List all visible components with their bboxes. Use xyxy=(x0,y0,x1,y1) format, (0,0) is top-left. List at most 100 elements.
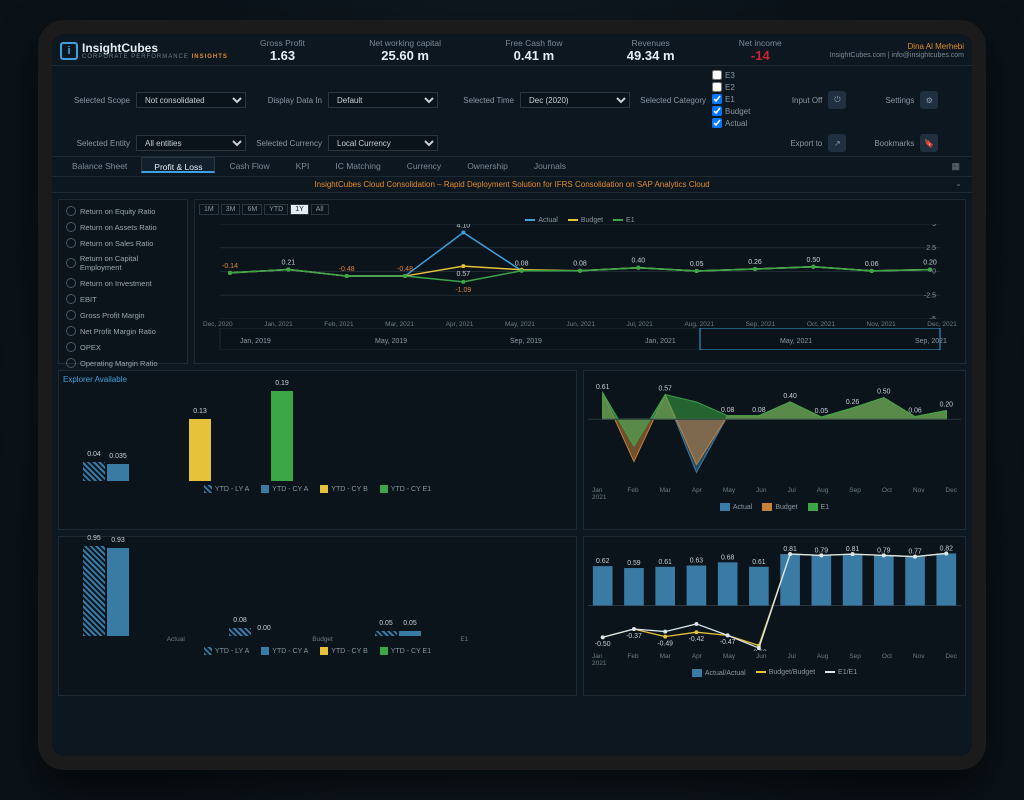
explorer-top-legend: YTD - LY AYTD - CY AYTD - CY BYTD - CY E… xyxy=(63,485,572,493)
svg-text:0.21: 0.21 xyxy=(282,260,296,267)
input-toggle-icon[interactable]: ⏻ xyxy=(828,91,846,109)
settings-icon[interactable]: ⚙ xyxy=(920,91,938,109)
brand-name: InsightCubes xyxy=(82,42,228,54)
area-legend: ActualBudgetE1 xyxy=(588,503,961,511)
svg-text:0: 0 xyxy=(932,269,936,276)
currency-select[interactable]: Local Currency xyxy=(328,135,438,151)
category-E3[interactable]: E3 xyxy=(712,70,735,80)
svg-text:May, 2021: May, 2021 xyxy=(780,338,812,345)
svg-text:0.81: 0.81 xyxy=(783,546,797,553)
category-Budget[interactable]: Budget xyxy=(712,106,750,116)
svg-text:0.08: 0.08 xyxy=(752,407,766,414)
user-name: Dina Al Merhebi xyxy=(814,42,964,52)
svg-text:-0.42: -0.42 xyxy=(689,636,705,643)
svg-text:0.50: 0.50 xyxy=(877,389,891,396)
tab-profit---loss[interactable]: Profit & Loss xyxy=(141,157,215,173)
svg-text:0.57: 0.57 xyxy=(659,386,673,393)
tab-cash-flow[interactable]: Cash Flow xyxy=(217,157,281,176)
svg-text:Sep, 2019: Sep, 2019 xyxy=(510,338,542,345)
combo-legend: Actual/ActualBudget/BudgetE1/E1 xyxy=(588,669,961,677)
tab-kpi[interactable]: KPI xyxy=(284,157,322,176)
tab-ownership[interactable]: Ownership xyxy=(455,157,520,176)
ratio-ebit[interactable]: EBIT xyxy=(63,292,183,306)
entity-select[interactable]: All entities xyxy=(136,135,246,151)
ratio-net-profit-margin-ratio[interactable]: Net Profit Margin Ratio xyxy=(63,324,183,338)
explorer-bottom-x-axis: ActualBudgetE1 xyxy=(63,636,572,643)
svg-text:0.20: 0.20 xyxy=(923,260,937,267)
ratio-return-on-sales-ratio[interactable]: Return on Sales Ratio xyxy=(63,236,183,250)
time-range-selector: 1M3M6MYTD1YAll xyxy=(199,204,961,215)
tab-journals[interactable]: Journals xyxy=(522,157,578,176)
svg-text:0.61: 0.61 xyxy=(659,559,673,566)
svg-text:-5: -5 xyxy=(930,316,936,319)
category-E1[interactable]: E1 xyxy=(712,94,735,104)
tab-ic-matching[interactable]: IC Matching xyxy=(323,157,392,176)
svg-text:-0.49: -0.49 xyxy=(657,640,673,647)
line-x-axis: Dec, 2020Jan, 2021Feb, 2021Mar, 2021Apr,… xyxy=(199,321,961,328)
svg-text:0.81: 0.81 xyxy=(846,546,860,553)
explorer-bottom-bars: 0.950.930.080.000.050.05 xyxy=(63,541,572,636)
ratio-gross-profit-margin[interactable]: Gross Profit Margin xyxy=(63,308,183,322)
export-icon[interactable]: ↗ xyxy=(828,134,846,152)
svg-text:0.50: 0.50 xyxy=(807,257,821,264)
range-All[interactable]: All xyxy=(311,204,329,215)
ratio-opex[interactable]: OPEX xyxy=(63,340,183,354)
explorer-top-bars: 0.040.0350.130.19 xyxy=(63,386,572,481)
tab-balance-sheet[interactable]: Balance Sheet xyxy=(60,157,139,176)
combo-chart-svg[interactable]: 0.620.590.610.630.680.610.810.790.810.79… xyxy=(588,541,961,651)
kpi-gross-profit: Gross Profit1.63 xyxy=(260,38,305,63)
kpi-net-income: Net income-14 xyxy=(739,38,782,63)
tab-bar: Balance SheetProfit & LossCash FlowKPIIC… xyxy=(52,157,972,177)
range-1Y[interactable]: 1Y xyxy=(290,204,309,215)
svg-text:-1.09: -1.09 xyxy=(455,287,471,294)
svg-text:0.08: 0.08 xyxy=(573,261,587,268)
tab-currency[interactable]: Currency xyxy=(395,157,453,176)
range-YTD[interactable]: YTD xyxy=(264,204,288,215)
main-line-chart: 1M3M6MYTD1YAll ActualBudgetE1 -5-2.502.5… xyxy=(194,199,966,364)
ratio-return-on-equity-ratio[interactable]: Return on Equity Ratio xyxy=(63,204,183,218)
ratio-operating-margin-ratio[interactable]: Operating Margin Ratio xyxy=(63,356,183,370)
user-block: Dina Al Merhebi InsightCubes.com | info@… xyxy=(814,38,964,63)
category-E2[interactable]: E2 xyxy=(712,82,735,92)
svg-text:0.20: 0.20 xyxy=(940,402,954,409)
svg-text:Jan, 2019: Jan, 2019 xyxy=(240,338,271,345)
svg-text:0.40: 0.40 xyxy=(783,393,797,400)
scope-select[interactable]: Not consolidated xyxy=(136,92,246,108)
time-select[interactable]: Dec (2020) xyxy=(520,92,630,108)
svg-text:4.10: 4.10 xyxy=(457,224,471,230)
svg-text:May, 2019: May, 2019 xyxy=(375,338,407,345)
banner-text: InsightCubes Cloud Consolidation – Rapid… xyxy=(314,180,709,189)
combo-chart: 0.620.590.610.630.680.610.810.790.810.79… xyxy=(583,536,966,696)
kpi-revenues: Revenues49.34 m xyxy=(627,38,675,63)
ratio-return-on-capital-employment[interactable]: Return on Capital Employment xyxy=(63,252,183,274)
svg-text:Jan, 2021: Jan, 2021 xyxy=(645,338,676,345)
range-1M[interactable]: 1M xyxy=(199,204,219,215)
line-chart-svg[interactable]: -5-2.502.55-0.140.21-0.48-0.484.100.080.… xyxy=(199,224,961,319)
svg-text:-0.63: -0.63 xyxy=(751,649,767,651)
grid-icon[interactable]: ▦ xyxy=(947,157,964,176)
svg-text:-0.14: -0.14 xyxy=(222,263,238,270)
display-select[interactable]: Default xyxy=(328,92,438,108)
overview-strip[interactable]: Jan, 2019 May, 2019 Sep, 2019 Jan, 2021 May,… xyxy=(199,328,961,350)
svg-text:-0.50: -0.50 xyxy=(595,641,611,648)
svg-text:0.08: 0.08 xyxy=(515,261,529,268)
svg-text:0.59: 0.59 xyxy=(627,560,641,567)
area-chart-svg[interactable]: 0.610.570.080.080.400.050.260.500.060.20 xyxy=(588,375,961,485)
svg-text:0.05: 0.05 xyxy=(690,261,704,268)
bookmark-icon[interactable]: 🔖 xyxy=(920,134,938,152)
svg-text:0.05: 0.05 xyxy=(815,408,829,415)
ratio-return-on-investment[interactable]: Return on Investment xyxy=(63,276,183,290)
svg-text:-2.5: -2.5 xyxy=(924,292,936,299)
range-6M[interactable]: 6M xyxy=(242,204,262,215)
chevron-down-icon[interactable]: ⌄ xyxy=(955,179,962,188)
combo-x-axis: Jan2021FebMarAprMayJunJulAugSepOctNovDec xyxy=(588,653,961,667)
header: i InsightCubes CORPORATE PERFORMANCE INS… xyxy=(52,34,972,66)
kpi-free-cash-flow: Free Cash flow0.41 m xyxy=(505,38,562,63)
banner: InsightCubes Cloud Consolidation – Rapid… xyxy=(52,177,972,193)
range-3M[interactable]: 3M xyxy=(221,204,241,215)
explorer-title: Explorer Available xyxy=(63,375,572,384)
ratio-return-on-assets-ratio[interactable]: Return on Assets Ratio xyxy=(63,220,183,234)
logo: i InsightCubes CORPORATE PERFORMANCE INS… xyxy=(60,38,228,63)
explorer-bottom-legend: YTD - LY AYTD - CY AYTD - CY BYTD - CY E… xyxy=(63,647,572,655)
category-Actual[interactable]: Actual xyxy=(712,118,747,128)
